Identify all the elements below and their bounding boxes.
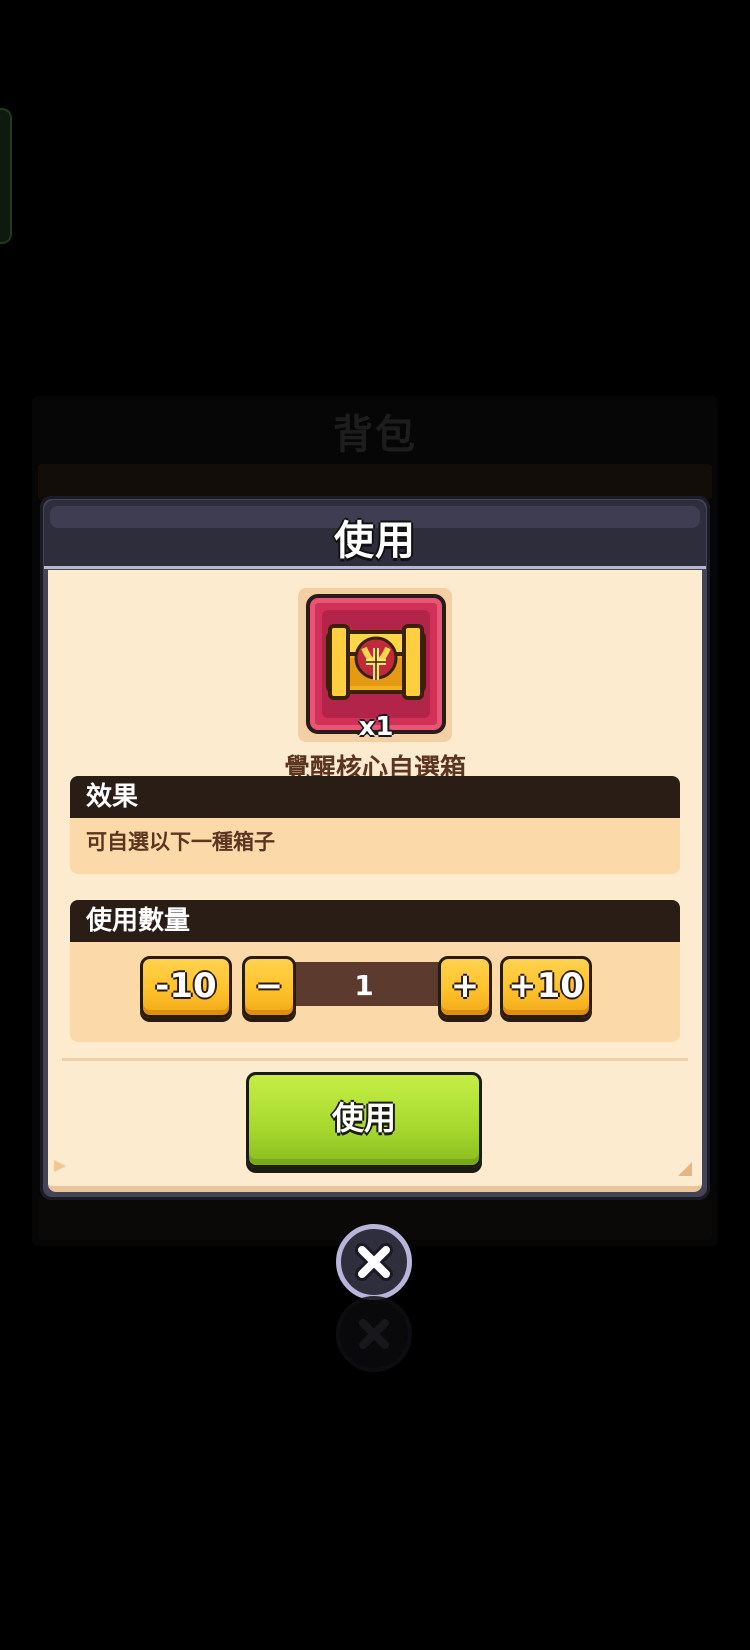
dialog-body: x1 覺醒核心自選箱 效果 可自選以下一種箱子 使用數量 -10 1 − + +… xyxy=(48,570,702,1192)
plus-10-button[interactable]: +10 xyxy=(500,956,592,1018)
effect-header: 效果 xyxy=(70,776,680,818)
use-item-dialog: 使用 x1 覺醒核心自選箱 效果 可自選以下一種箱子 使用數量 -10 1 − … xyxy=(40,496,710,1200)
quantity-section: 使用數量 -10 1 − + +10 xyxy=(70,900,680,1042)
corner-decoration-icon xyxy=(678,1162,692,1176)
close-button-ghost xyxy=(336,1296,412,1372)
close-icon xyxy=(355,1243,393,1281)
minus-10-button[interactable]: -10 xyxy=(140,956,232,1018)
dialog-header: 使用 xyxy=(44,500,706,569)
effect-section: 效果 可自選以下一種箱子 xyxy=(70,776,680,874)
close-ghost-icon xyxy=(359,1319,389,1349)
minus-1-button[interactable]: − xyxy=(242,956,296,1018)
arrow-decoration-icon xyxy=(54,1160,66,1172)
item-slot[interactable]: x1 xyxy=(306,594,446,742)
backpack-panel-title: 背包 xyxy=(333,412,417,458)
game-screen: 背包 使用 x1 覺醒核心自選箱 效果 可自選以下一種箱子 使用數量 -10 1… xyxy=(0,0,750,1650)
side-tab[interactable] xyxy=(0,108,12,244)
divider xyxy=(62,1058,688,1061)
backpack-panel-strip xyxy=(38,464,712,500)
close-button[interactable] xyxy=(336,1224,412,1300)
quantity-value[interactable]: 1 xyxy=(288,962,440,1006)
use-button[interactable]: 使用 xyxy=(246,1072,482,1168)
item-frame: x1 xyxy=(298,588,452,742)
plus-1-button[interactable]: + xyxy=(438,956,492,1018)
item-count: x1 xyxy=(358,712,394,742)
quantity-stepper: -10 1 − + +10 xyxy=(70,956,680,1018)
dialog-title: 使用 xyxy=(334,518,416,564)
effect-text: 可自選以下一種箱子 xyxy=(86,830,275,854)
treasure-chest-icon xyxy=(326,624,426,700)
quantity-header: 使用數量 xyxy=(70,900,680,942)
